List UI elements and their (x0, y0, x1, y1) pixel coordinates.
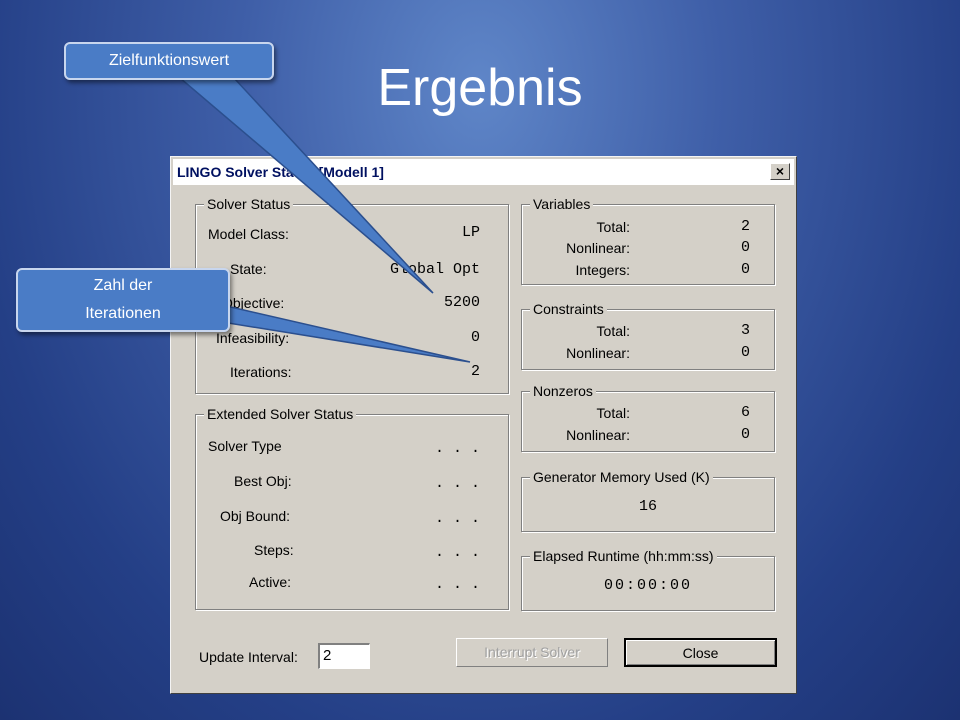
iterations-callout-pointer (221, 304, 471, 363)
iterations-callout: Zahl der Iterationen (16, 268, 230, 332)
objective-callout: Zielfunktionswert (64, 42, 274, 80)
iterations-callout-line1: Zahl der (93, 277, 153, 294)
callout-pointers (177, 77, 471, 363)
objective-callout-pointer (177, 77, 434, 294)
iterations-callout-line2: Iterationen (85, 305, 161, 322)
objective-callout-text: Zielfunktionswert (108, 52, 230, 69)
